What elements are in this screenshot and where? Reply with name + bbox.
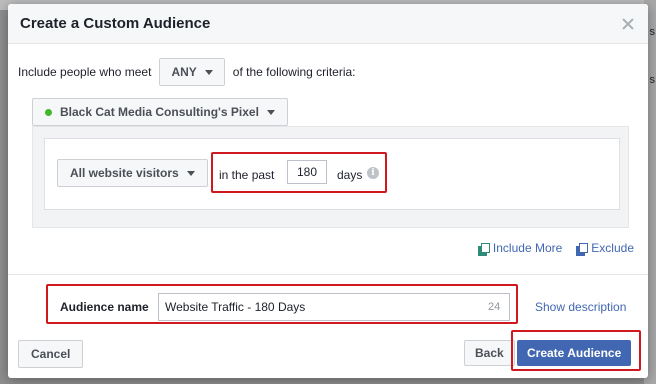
caret-down-icon	[186, 170, 195, 176]
include-more-label: Include More	[492, 241, 563, 255]
create-audience-dialog: Create a Custom Audience Include people …	[8, 4, 648, 378]
divider	[8, 274, 648, 275]
include-more-icon	[477, 242, 490, 256]
info-icon[interactable]: i	[367, 167, 379, 179]
close-icon[interactable]	[620, 16, 636, 32]
match-type-value: ANY	[171, 65, 197, 79]
background-label: s	[649, 74, 656, 86]
retention-days-input[interactable]	[287, 160, 327, 184]
pixel-select-value: Black Cat Media Consulting's Pixel	[60, 105, 259, 119]
dialog-title: Create a Custom Audience	[20, 15, 211, 32]
rule-card: All website visitors in the past days i	[44, 138, 620, 210]
visitors-select-value: All website visitors	[70, 166, 179, 180]
background-label: s	[649, 26, 656, 38]
include-suffix-text: of the following criteria:	[232, 65, 356, 79]
pixel-select[interactable]: Black Cat Media Consulting's Pixel	[32, 98, 288, 126]
criteria-panel: All website visitors in the past days i	[32, 126, 629, 228]
show-description-link[interactable]: Show description	[535, 300, 626, 314]
create-audience-button[interactable]: Create Audience	[517, 340, 632, 366]
cancel-button[interactable]: Cancel	[18, 340, 84, 368]
char-count: 24	[488, 301, 501, 313]
exclude-icon	[576, 242, 589, 256]
days-text: days	[337, 168, 363, 182]
audience-name-label: Audience name	[60, 300, 149, 314]
audience-name-input[interactable]	[158, 293, 510, 321]
exclude-label: Exclude	[591, 241, 634, 255]
match-type-select[interactable]: ANY	[159, 58, 225, 86]
visitors-select[interactable]: All website visitors	[57, 159, 208, 187]
in-the-past-text: in the past	[219, 168, 275, 182]
dialog-header: Create a Custom Audience	[8, 4, 648, 44]
status-dot-icon	[45, 108, 52, 116]
back-button[interactable]: Back	[464, 340, 515, 366]
rule-actions: Include More Exclude	[477, 241, 634, 256]
criteria-row: Include people who meet ANY of the follo…	[18, 58, 356, 86]
include-prefix-text: Include people who meet	[18, 65, 152, 79]
caret-down-icon	[204, 69, 213, 75]
caret-down-icon	[266, 109, 275, 115]
include-more-link[interactable]: Include More	[477, 241, 563, 256]
exclude-link[interactable]: Exclude	[576, 241, 634, 256]
